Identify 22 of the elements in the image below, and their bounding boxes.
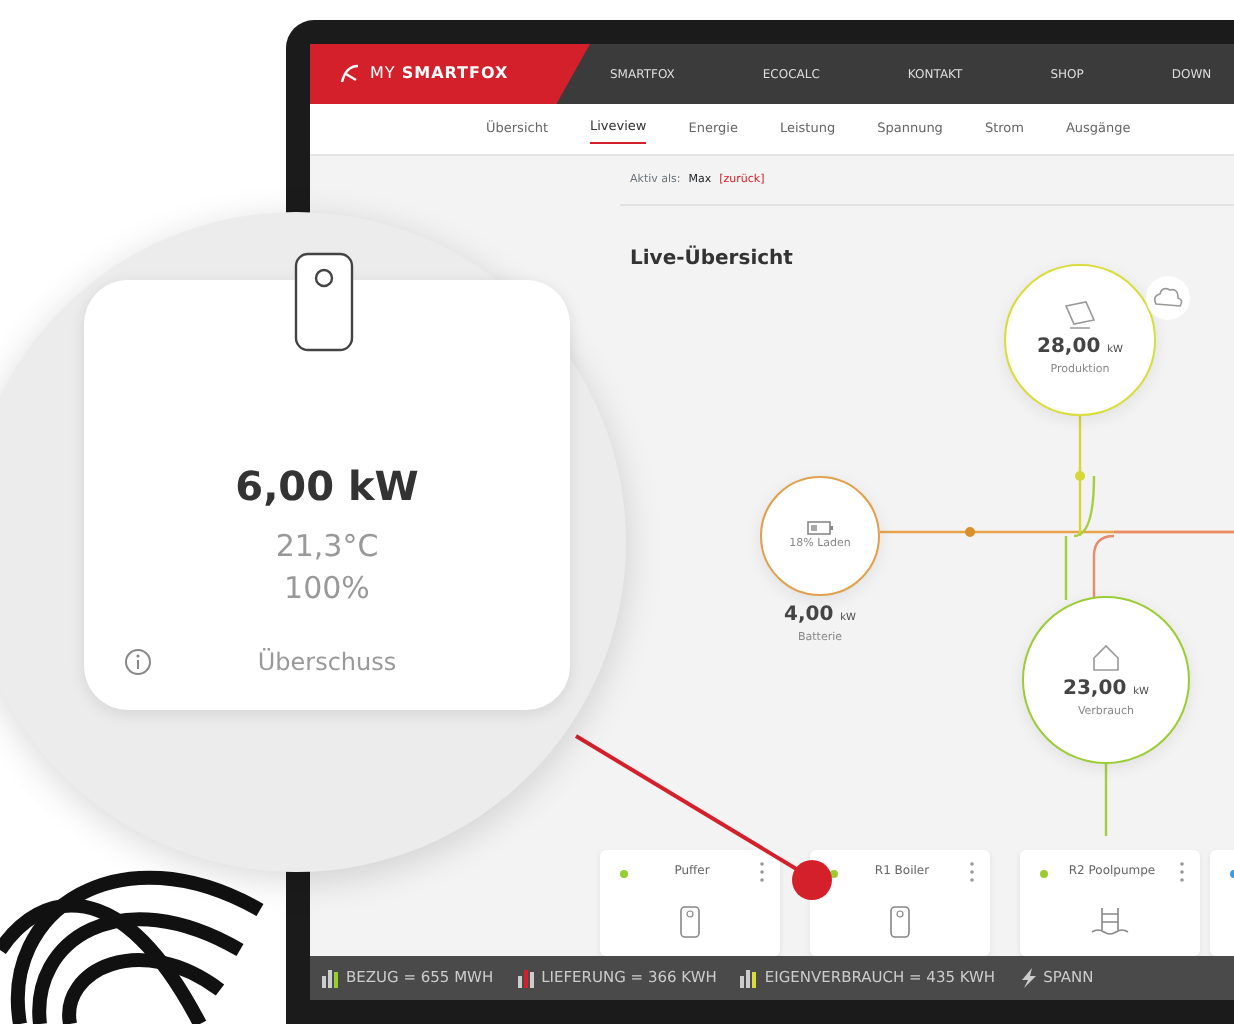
power-value: 23,00: [1063, 677, 1129, 700]
info-icon: [124, 648, 152, 676]
power-value: 4,00: [784, 604, 836, 626]
power-reading: 6,00 kW: [233, 460, 421, 514]
lightning-icon: [1019, 968, 1036, 988]
battery-icon: [805, 519, 835, 536]
temperature-reading: 21,3°C: [273, 526, 381, 568]
water-heater-icon: [680, 906, 700, 938]
house-icon: [1088, 639, 1124, 674]
percent-reading: 100%: [282, 568, 372, 610]
bar-chart-icon: [322, 968, 338, 988]
mode-label: Überschuss: [255, 646, 399, 680]
page-title: Live-Übersicht: [630, 244, 793, 274]
solar-panel-icon: [1062, 300, 1098, 333]
water-heater-icon: [890, 906, 910, 938]
bar-chart-icon: [517, 968, 534, 988]
pointer-dot: [790, 858, 834, 902]
fox-logo-icon: [338, 62, 362, 86]
bar-chart-icon: [740, 968, 757, 988]
logo-text[interactable]: MY SMARTFOX: [370, 62, 509, 86]
power-value: 28,00: [1037, 336, 1103, 359]
pool-ladder-icon: [1088, 906, 1132, 938]
